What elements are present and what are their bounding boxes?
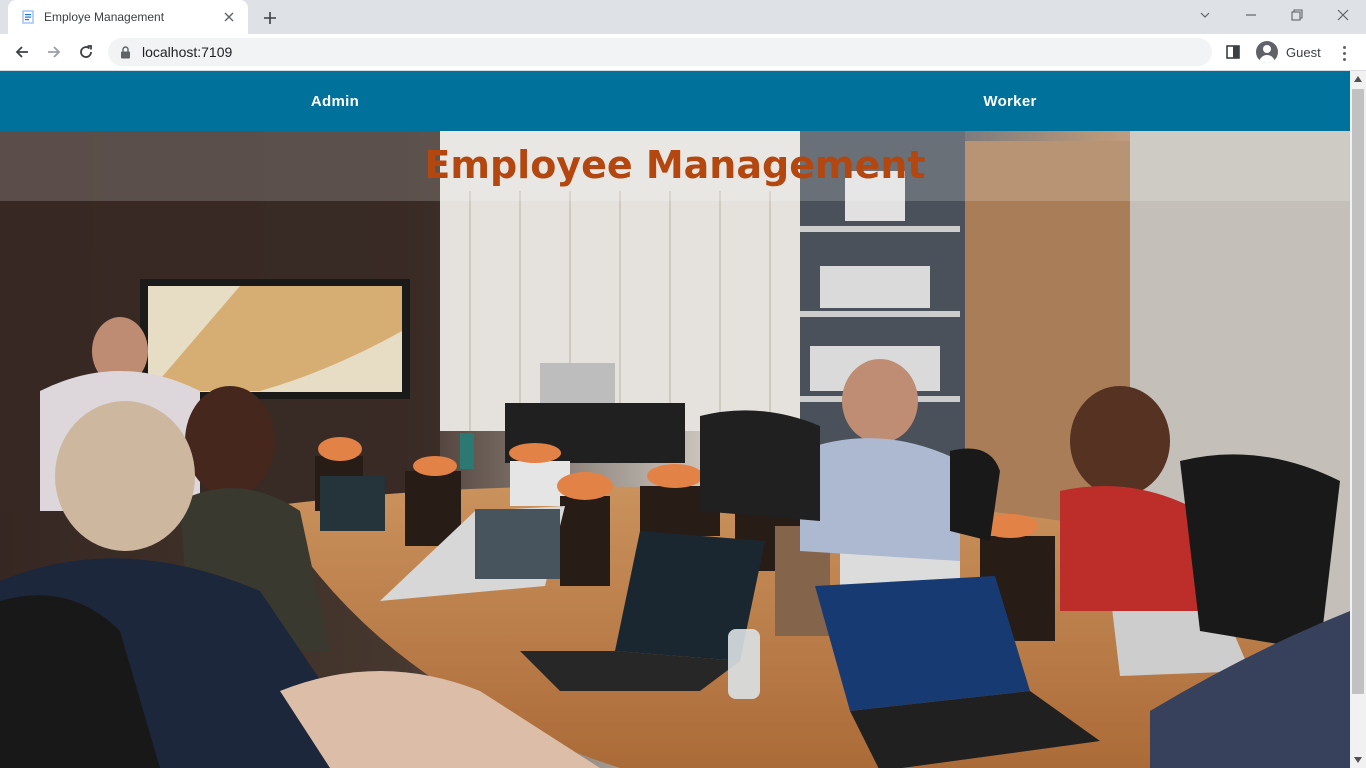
scroll-down-icon[interactable] [1350,752,1366,768]
page-viewport: Admin Worker Employee Management [0,71,1366,768]
nav-link-admin[interactable]: Admin [235,71,435,131]
reload-icon[interactable] [73,39,99,65]
page-title: Employee Management [424,143,926,187]
menu-icon[interactable] [1334,43,1354,63]
profile-button[interactable]: Guest [1252,37,1331,67]
address-bar[interactable]: localhost:7109 [108,38,1212,66]
new-tab-button[interactable] [258,6,282,30]
scroll-thumb[interactable] [1352,89,1364,694]
document-icon [20,9,36,25]
tab-search-icon[interactable] [1182,0,1228,30]
lock-icon[interactable] [120,45,134,59]
forward-icon[interactable] [41,39,67,65]
hero-section: Employee Management [0,131,1350,768]
close-window-button[interactable] [1320,0,1366,30]
nav-link-worker[interactable]: Worker [910,71,1110,131]
browser-tab[interactable]: Employe Management [8,0,248,34]
tab-strip: Employe Management [0,0,1366,34]
site-navbar: Admin Worker [0,71,1350,131]
url-text: localhost:7109 [142,44,233,60]
restore-button[interactable] [1274,0,1320,30]
side-panel-icon[interactable] [1224,43,1242,61]
back-icon[interactable] [9,39,35,65]
guest-avatar-icon [1256,41,1278,63]
tab-title: Employe Management [44,10,165,24]
browser-toolbar: localhost:7109 Guest [0,34,1366,71]
vertical-scrollbar[interactable] [1350,71,1366,768]
scroll-up-icon[interactable] [1350,71,1366,87]
close-tab-icon[interactable] [220,8,238,26]
profile-name: Guest [1286,44,1321,60]
minimize-button[interactable] [1228,0,1274,30]
meeting-room-photo [0,131,1350,768]
